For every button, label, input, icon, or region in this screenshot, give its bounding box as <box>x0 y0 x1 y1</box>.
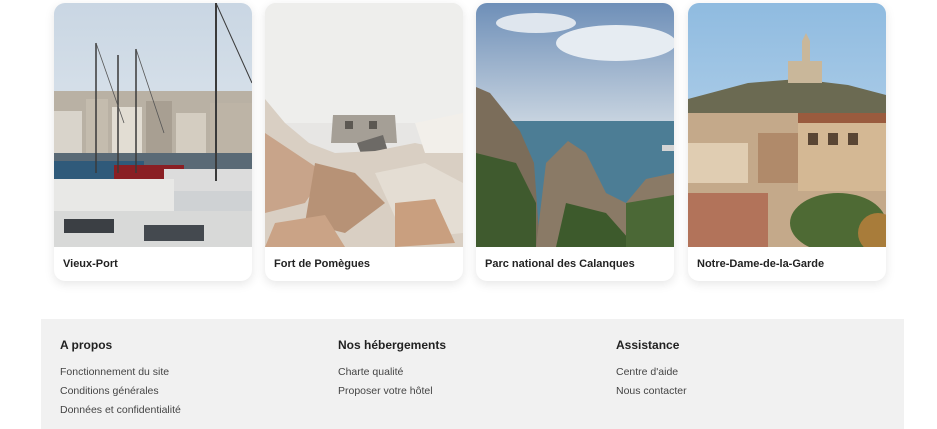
footer-column-about: A propos Fonctionnement du site Conditio… <box>60 338 320 420</box>
destination-cards: Vieux-Port Fort de Pomègues Parc nationa… <box>54 3 887 281</box>
destination-card-fort-de-pomegues[interactable]: Fort de Pomègues <box>265 3 463 281</box>
footer-link-how-it-works[interactable]: Fonctionnement du site <box>60 363 320 382</box>
card-title: Vieux-Port <box>63 258 118 270</box>
page: Vieux-Port Fort de Pomègues Parc nationa… <box>0 0 937 429</box>
footer-link-contact[interactable]: Nous contacter <box>616 382 876 401</box>
footer-link-quality-charter[interactable]: Charte qualité <box>338 363 598 382</box>
destination-card-notre-dame-de-la-garde[interactable]: Notre-Dame-de-la-Garde <box>688 3 886 281</box>
card-title: Parc national des Calanques <box>485 258 635 270</box>
footer: A propos Fonctionnement du site Conditio… <box>41 319 904 429</box>
footer-link-help-center[interactable]: Centre d'aide <box>616 363 876 382</box>
destination-card-calanques[interactable]: Parc national des Calanques <box>476 3 674 281</box>
harbor-photo <box>54 3 252 247</box>
footer-heading: A propos <box>60 338 113 352</box>
card-title: Fort de Pomègues <box>274 258 370 270</box>
footer-heading: Nos hébergements <box>338 338 447 352</box>
fort-photo <box>265 3 463 247</box>
card-title: Notre-Dame-de-la-Garde <box>697 258 825 270</box>
footer-column-assistance: Assistance Centre d'aide Nous contacter <box>616 338 876 401</box>
basilica-photo <box>688 3 886 247</box>
footer-link-privacy[interactable]: Données et confidentialité <box>60 401 320 420</box>
destination-card-vieux-port[interactable]: Vieux-Port <box>54 3 252 281</box>
footer-column-accommodations: Nos hébergements Charte qualité Proposer… <box>338 338 598 401</box>
calanques-photo <box>476 3 674 247</box>
footer-heading: Assistance <box>616 338 680 352</box>
footer-link-propose-hotel[interactable]: Proposer votre hôtel <box>338 382 598 401</box>
footer-link-terms[interactable]: Conditions générales <box>60 382 320 401</box>
